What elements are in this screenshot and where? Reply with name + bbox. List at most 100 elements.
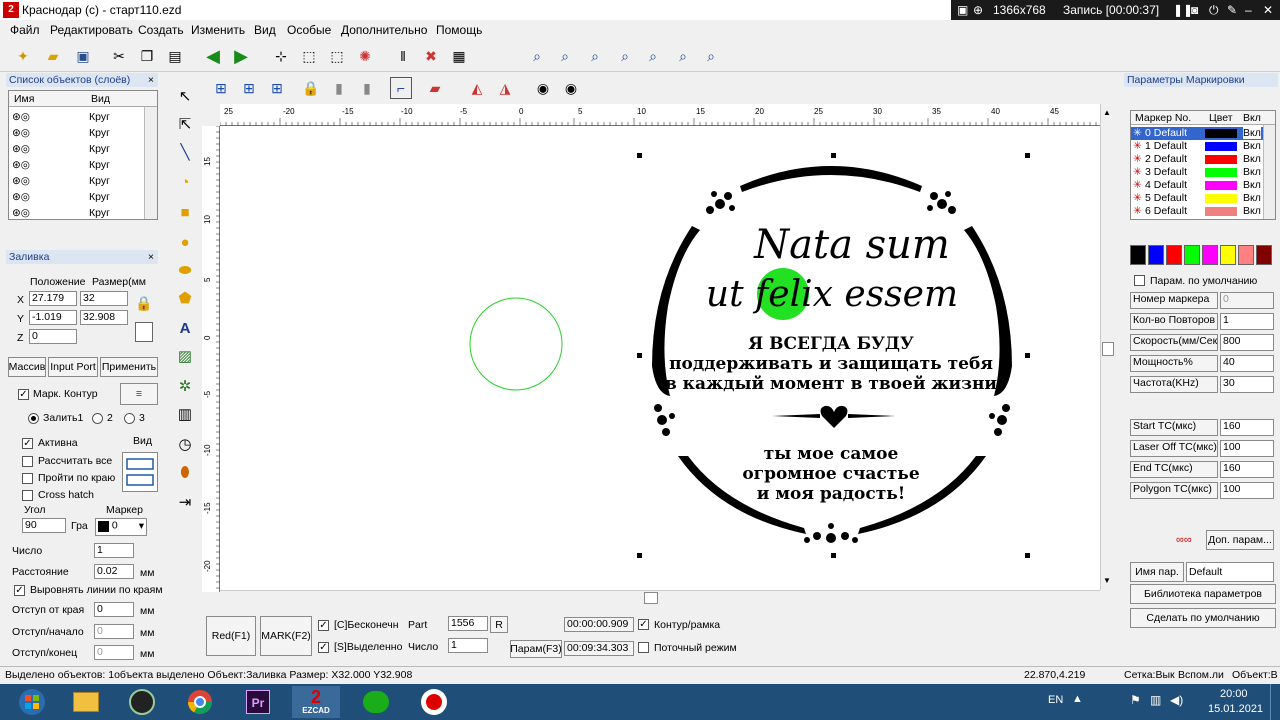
pen-enabled[interactable]: Вкл — [1243, 192, 1261, 204]
pen-color-swatch[interactable] — [1205, 207, 1237, 216]
layers-icon[interactable]: ▰ — [424, 77, 446, 99]
palette-swatch[interactable] — [1220, 245, 1236, 265]
close-icon[interactable]: × — [148, 73, 154, 87]
col-marker-no[interactable]: Маркер No. — [1135, 112, 1191, 124]
pen-icon[interactable]: ✎ — [1227, 3, 1237, 17]
pen-row[interactable]: ✳ 5 Default Вкл — [1131, 192, 1263, 205]
palette-swatch[interactable] — [1130, 245, 1146, 265]
select-node-icon[interactable]: ⬚ — [298, 45, 320, 67]
array-button[interactable]: Массив — [8, 357, 46, 377]
text-line-3[interactable]: Я ВСЕГДА БУДУ — [748, 334, 914, 354]
distance-field[interactable]: 0.02 — [94, 564, 134, 579]
contour-checkbox[interactable]: ✓ — [638, 619, 649, 630]
pen-row[interactable]: ✳ 1 Default Вкл — [1131, 140, 1263, 153]
eye-icon[interactable]: ◉ — [532, 77, 554, 99]
hatch-preview[interactable] — [122, 452, 158, 492]
repeat-field[interactable]: 1 — [1220, 313, 1274, 330]
menu-modify[interactable]: Изменить — [191, 23, 245, 37]
pen-list-scrollbar[interactable] — [1263, 125, 1275, 219]
object-type[interactable]: Круг — [89, 207, 110, 219]
camera-icon[interactable]: ◙ — [1191, 3, 1198, 17]
ungroup-icon[interactable]: ✺ — [354, 45, 376, 67]
screen-icon[interactable]: ▣ — [957, 3, 968, 17]
io-tool-icon[interactable]: ⬮ — [175, 462, 195, 482]
zoom-fit-icon[interactable]: ⌕ — [642, 45, 664, 67]
open-folder-icon[interactable]: ▰ — [42, 45, 64, 67]
save-icon[interactable]: ▣ — [72, 45, 94, 67]
script-line-1[interactable]: Nata sum — [753, 222, 950, 268]
z-position-field[interactable]: 0 — [29, 329, 77, 344]
flow-checkbox[interactable] — [638, 642, 649, 653]
visibility-icon[interactable]: ⊛◎ — [12, 207, 30, 219]
visibility-icon[interactable]: ⊛◎ — [12, 127, 30, 139]
param-library-button[interactable]: Библиотека параметров — [1130, 584, 1276, 604]
cross-hatch-checkbox[interactable] — [22, 490, 33, 501]
rectangle-tool-icon[interactable]: ■ — [175, 202, 195, 222]
laser-off-field[interactable]: 100 — [1220, 440, 1274, 457]
input-port-button[interactable]: Input Port — [48, 357, 98, 377]
pen-row[interactable]: ✳ 3 Default Вкл — [1131, 166, 1263, 179]
palette-swatch[interactable] — [1202, 245, 1218, 265]
text-line-8[interactable]: и моя радость! — [757, 484, 906, 504]
mark-count-field[interactable]: 1 — [448, 638, 488, 653]
scroll-thumb[interactable] — [1102, 342, 1114, 356]
pen-color-swatch[interactable] — [1205, 129, 1237, 138]
clock-time[interactable]: 20:00 — [1220, 688, 1248, 700]
pen-color-swatch[interactable] — [1205, 181, 1237, 190]
menu-extra[interactable]: Дополнительно — [341, 23, 427, 37]
zoom-selection-icon[interactable]: ⌕ — [700, 45, 722, 67]
zoom-all-icon[interactable]: ⌕ — [672, 45, 694, 67]
premiere-icon[interactable]: Pr — [236, 686, 280, 718]
close-icon[interactable]: × — [148, 250, 154, 264]
text-tool-icon[interactable]: A — [175, 318, 195, 338]
along-edge-checkbox[interactable] — [22, 473, 33, 484]
zoom-out-icon[interactable]: ⌕ — [614, 45, 636, 67]
chain-icon[interactable]: ∞∞ — [1176, 534, 1204, 546]
marker-select[interactable]: 0 ▾ — [95, 518, 147, 536]
end-tc-field[interactable]: 160 — [1220, 461, 1274, 478]
count-field[interactable]: 1 — [94, 543, 134, 558]
forward-icon[interactable]: ▶ — [230, 45, 252, 67]
pen-color-swatch[interactable] — [1205, 168, 1237, 177]
back-icon[interactable]: ◀ — [202, 45, 224, 67]
mirror-vertical-icon[interactable]: ◮ — [494, 77, 516, 99]
object-type[interactable]: Круг — [89, 191, 110, 203]
pen-color-swatch[interactable] — [1205, 155, 1237, 164]
start-tc-field[interactable]: 160 — [1220, 419, 1274, 436]
visibility-icon[interactable]: ⊛◎ — [12, 159, 30, 171]
text-line-4[interactable]: поддерживать и защищать тебя — [669, 354, 993, 374]
motion-tool-icon[interactable]: ⇥ — [175, 492, 195, 512]
polygon-tool-icon[interactable]: ⬟ — [175, 288, 195, 308]
angle-field[interactable]: 90 — [22, 518, 66, 533]
apply-button[interactable]: Применить — [100, 357, 158, 377]
canvas-vertical-scrollbar[interactable]: ▲ ▼ — [1100, 104, 1116, 590]
x-position-field[interactable]: 27.179 — [29, 291, 77, 306]
script-line-2[interactable]: ut felix essem — [706, 274, 958, 315]
zoom-plus-icon[interactable]: ⌕ — [584, 45, 606, 67]
menu-special[interactable]: Особые — [287, 23, 331, 37]
status-snap[interactable]: Вспом.ли — [1178, 669, 1224, 681]
col-name[interactable]: Имя — [14, 93, 34, 105]
curve-tool-icon[interactable]: ◔ — [175, 172, 195, 192]
chrome-icon[interactable] — [178, 686, 222, 718]
contour-color-button[interactable]: ≡ — [120, 383, 158, 405]
pen-enabled[interactable]: Вкл — [1243, 140, 1261, 152]
wechat-icon[interactable] — [354, 686, 398, 718]
align-left-icon[interactable]: ⊞ — [210, 77, 232, 99]
volume-icon[interactable]: ◀) — [1170, 693, 1183, 707]
canvas-horizontal-scrollbar[interactable] — [220, 590, 1100, 606]
object-list-scrollbar[interactable] — [144, 107, 157, 219]
eye-preview-icon[interactable]: ◉ — [560, 77, 582, 99]
close-icon[interactable]: ✕ — [1263, 3, 1273, 17]
ezcad-taskbar-item[interactable]: 2 EZCAD — [292, 686, 340, 718]
scroll-thumb[interactable] — [644, 592, 658, 604]
palette-swatch[interactable] — [1148, 245, 1164, 265]
cutter-app-icon[interactable] — [120, 686, 164, 718]
cut-icon[interactable]: ✂ — [108, 45, 130, 67]
tray-expand-icon[interactable]: ▲ — [1072, 693, 1083, 705]
unlock-object-icon[interactable]: ▮ — [328, 77, 350, 99]
pen-color-swatch[interactable] — [1205, 194, 1237, 203]
visibility-icon[interactable]: ⊛◎ — [12, 143, 30, 155]
text-line-6[interactable]: ты мое самое — [764, 444, 899, 464]
palette-swatch[interactable] — [1256, 245, 1272, 265]
